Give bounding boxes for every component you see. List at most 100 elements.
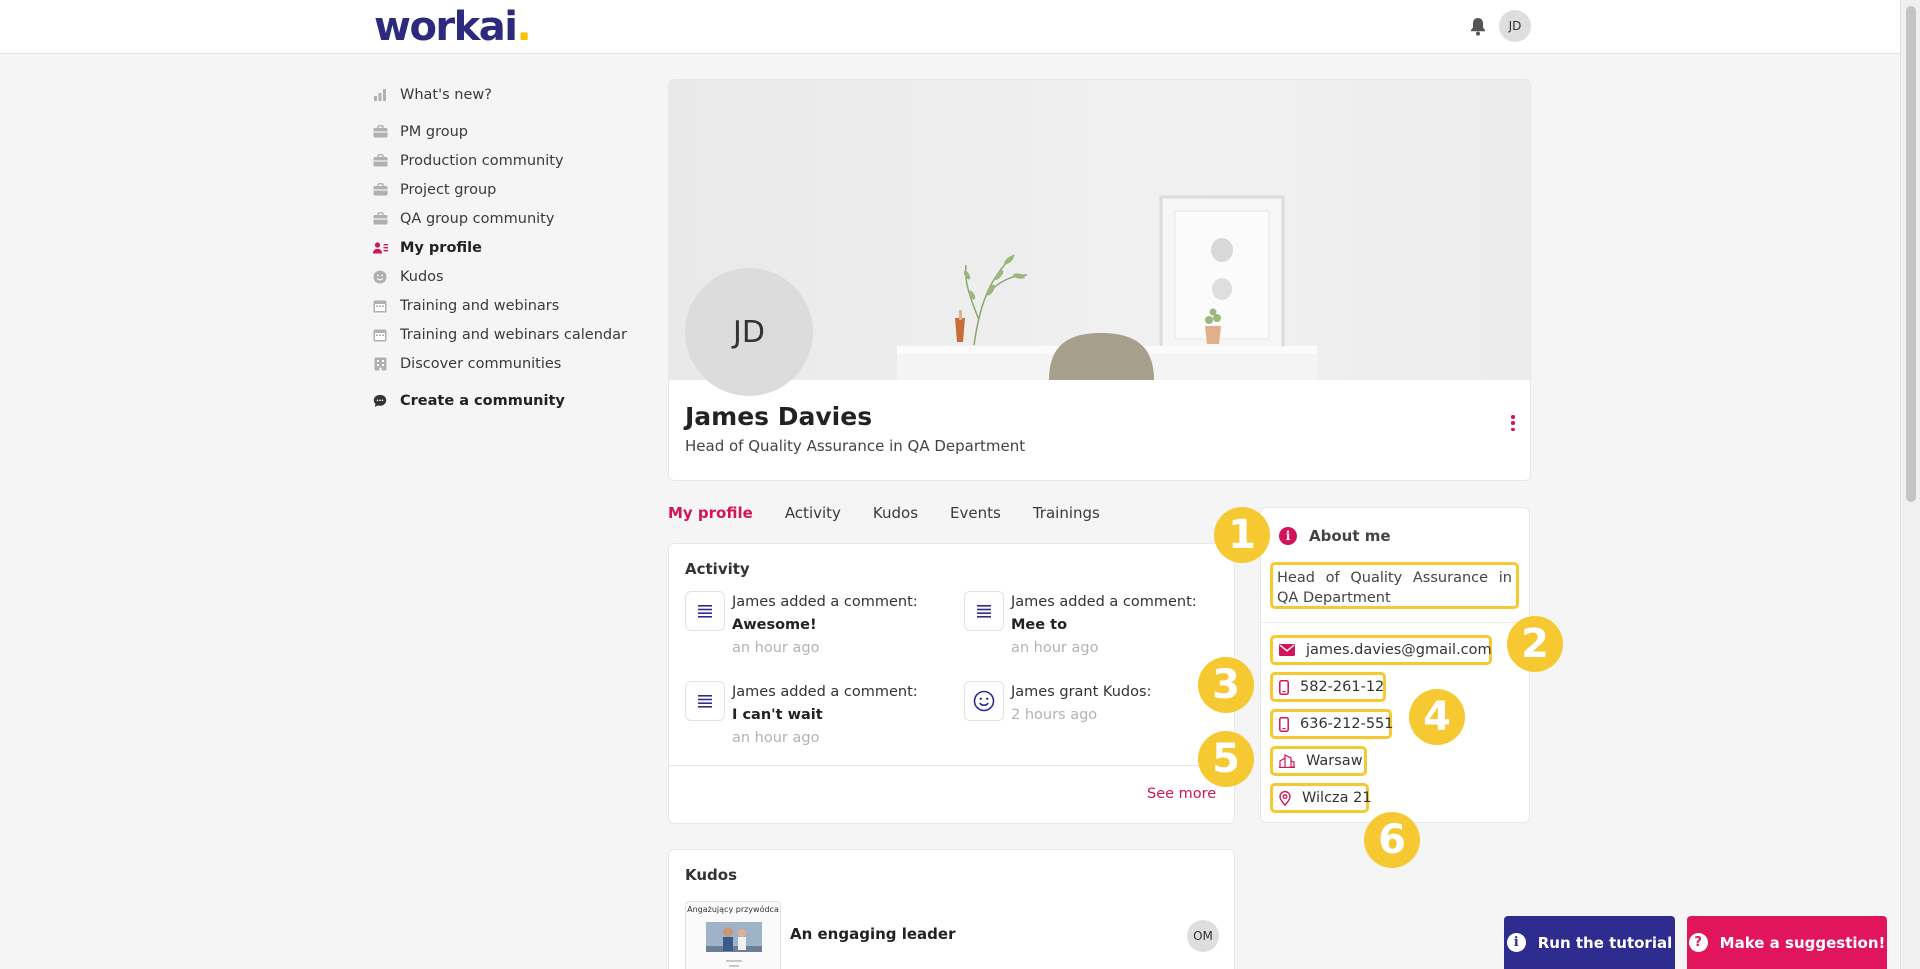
- activity-text: James added a comment:: [732, 594, 918, 610]
- bell-icon[interactable]: [1468, 16, 1488, 38]
- email-value: james.davies@gmail.com: [1306, 642, 1492, 658]
- callout-6: 6: [1364, 812, 1420, 868]
- callout-4: 4: [1409, 689, 1465, 745]
- sidebar-item-label: Production community: [400, 152, 564, 169]
- mobile-value: 636-212-551: [1300, 716, 1394, 732]
- create-community-label: Create a community: [400, 392, 565, 409]
- briefcase-icon: [372, 182, 388, 198]
- callout-1: 1: [1214, 507, 1270, 563]
- mobile-field[interactable]: 636-212-551: [1270, 709, 1394, 739]
- sidebar-item-my-profile[interactable]: My profile: [372, 233, 642, 262]
- comment-lines-icon: [964, 591, 1004, 631]
- profile-job-title: Head of Quality Assurance in QA Departme…: [685, 437, 1026, 455]
- comment-lines-icon: [685, 681, 725, 721]
- make-suggestion-button[interactable]: ? Make a suggestion!: [1687, 916, 1887, 969]
- envelope-icon: [1279, 642, 1295, 658]
- sidebar-item-kudos[interactable]: Kudos: [372, 262, 642, 291]
- smiley-icon: [372, 269, 388, 285]
- tab-events[interactable]: Events: [950, 504, 1001, 522]
- info-icon: i: [1279, 527, 1297, 545]
- phone-field[interactable]: 582-261-12: [1270, 672, 1386, 702]
- calendar-icon: [372, 298, 388, 314]
- about-me-card: i About me Head of Quality Assurance in …: [1260, 507, 1530, 823]
- calendar-icon: [372, 327, 388, 343]
- tab-activity[interactable]: Activity: [785, 504, 841, 522]
- address-value: Wilcza 21: [1302, 790, 1372, 806]
- tab-my-profile[interactable]: My profile: [668, 504, 753, 522]
- sidebar-item-label: Training and webinars: [400, 297, 560, 314]
- phone-value: 582-261-12: [1300, 679, 1385, 695]
- scrollbar-thumb[interactable]: [1906, 6, 1916, 502]
- activity-text: James grant Kudos:: [1011, 684, 1152, 700]
- tab-kudos[interactable]: Kudos: [873, 504, 918, 522]
- sidebar-item-pm-group[interactable]: PM group: [372, 117, 642, 146]
- email-field[interactable]: james.davies@gmail.com: [1270, 635, 1492, 665]
- user-avatar[interactable]: JD: [1499, 10, 1531, 42]
- divider: [669, 765, 1234, 766]
- sidebar-item-qa-group-community[interactable]: QA group community: [372, 204, 642, 233]
- kudos-name: An engaging leader: [790, 925, 956, 943]
- profile-name: James Davies: [685, 402, 873, 431]
- sidebar-item-label: QA group community: [400, 210, 555, 227]
- activity-time: 2 hours ago: [1011, 707, 1098, 723]
- kudos-title: Kudos: [685, 866, 738, 884]
- create-community-button[interactable]: Create a community: [372, 386, 642, 415]
- sidebar-item-project-group[interactable]: Project group: [372, 175, 642, 204]
- callout-3: 3: [1198, 657, 1254, 713]
- sidebar-item-label: My profile: [400, 239, 482, 256]
- bar-chart-icon: [372, 87, 388, 103]
- activity-time: an hour ago: [732, 640, 820, 656]
- sidebar-item-label: What's new?: [400, 86, 492, 103]
- profile-avatar[interactable]: JD: [685, 268, 813, 396]
- run-tutorial-button[interactable]: i Run the tutorial: [1504, 916, 1675, 969]
- kudos-card: Kudos Angażujący przywódca An engaging l…: [668, 849, 1235, 969]
- sidebar-item-label: Project group: [400, 181, 497, 198]
- run-tutorial-label: Run the tutorial: [1537, 933, 1673, 952]
- location-pin-icon: [1279, 790, 1291, 806]
- workai-logo[interactable]: workai.: [374, 4, 532, 50]
- profile-tabs: My profile Activity Kudos Events Trainin…: [668, 504, 1132, 522]
- address-field[interactable]: Wilcza 21: [1270, 783, 1372, 813]
- sidebar-item-discover-communities[interactable]: Discover communities: [372, 349, 642, 378]
- sidebar-item-training-and-webinars-calendar[interactable]: Training and webinars calendar: [372, 320, 642, 349]
- sidebar-item-label: PM group: [400, 123, 468, 140]
- profile-header-card: JD James Davies Head of Quality Assuranc…: [668, 79, 1531, 481]
- about-header: i About me: [1279, 527, 1391, 545]
- info-icon: i: [1506, 933, 1526, 952]
- chat-bubble-icon: [372, 393, 388, 409]
- callout-5: 5: [1198, 731, 1254, 787]
- briefcase-icon: [372, 124, 388, 140]
- divider: [1261, 622, 1529, 623]
- sidebar-item-production-community[interactable]: Production community: [372, 146, 642, 175]
- kudos-badge-image[interactable]: Angażujący przywódca: [685, 901, 781, 969]
- activity-detail: Awesome!: [732, 617, 817, 633]
- smiley-icon: [964, 681, 1004, 721]
- sidebar-item-whats-new[interactable]: What's new?: [372, 80, 642, 109]
- activity-text: James added a comment:: [732, 684, 918, 700]
- activity-detail: I can't wait: [732, 707, 823, 723]
- city-field: Warsaw: [1270, 746, 1367, 776]
- giver-avatar[interactable]: OM: [1187, 920, 1219, 952]
- sidebar-item-training-and-webinars[interactable]: Training and webinars: [372, 291, 642, 320]
- building-icon: [372, 356, 388, 372]
- about-description: Head of Quality Assurance in QA Departme…: [1270, 562, 1519, 609]
- user-list-icon: [372, 240, 388, 256]
- city-value: Warsaw: [1306, 753, 1363, 769]
- activity-card: Activity James added a comment: Awesome! a…: [668, 543, 1235, 824]
- briefcase-icon: [372, 153, 388, 169]
- make-suggestion-label: Make a suggestion!: [1719, 933, 1886, 952]
- phone-icon: [1279, 679, 1289, 695]
- sidebar-item-label: Training and webinars calendar: [400, 326, 627, 343]
- city-icon: [1279, 753, 1295, 769]
- page-scrollbar[interactable]: [1900, 0, 1920, 969]
- more-options-icon[interactable]: [1508, 413, 1518, 433]
- activity-title: Activity: [685, 560, 750, 578]
- activity-text: James added a comment:: [1011, 594, 1197, 610]
- sidebar-item-label: Kudos: [400, 268, 444, 285]
- see-more-link[interactable]: See more: [1147, 786, 1216, 802]
- top-bar: workai. JD: [0, 0, 1900, 54]
- mobile-icon: [1279, 716, 1289, 732]
- about-title: About me: [1309, 527, 1391, 545]
- comment-lines-icon: [685, 591, 725, 631]
- tab-trainings[interactable]: Trainings: [1033, 504, 1100, 522]
